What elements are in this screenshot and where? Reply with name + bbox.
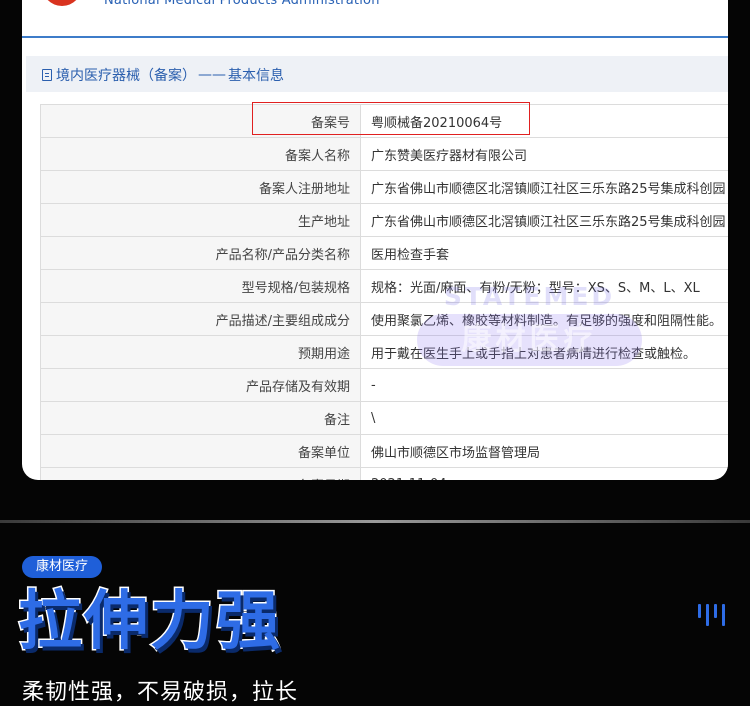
table-row: 备案人名称 广东赞美医疗器材有限公司 [40,137,728,171]
table-row: 生产地址 广东省佛山市顺德区北滘镇顺江社区三乐东路25号集成科创园 [40,203,728,237]
agency-name-en: National Medical Products Administration [104,0,380,8]
field-value: 2021-11-04 [360,467,728,480]
field-value: 医用检查手套 [360,236,728,270]
table-row: 备案号 粤顺械备20210064号 [40,104,728,138]
field-value: - [360,368,728,402]
field-label: 备案人注册地址 [40,170,361,204]
field-value: 使用聚氯乙烯、橡胶等材料制造。有足够的强度和阻隔性能。 [360,302,728,336]
field-value: 佛山市顺德区市场监督管理局 [360,434,728,468]
field-label: 产品名称/产品分类名称 [40,236,361,270]
registration-screenshot-card: National Medical Products Administration… [22,0,728,480]
field-label: 备注 [40,401,361,435]
table-row: 预期用途 用于戴在医生手上或手指上对患者病情进行检查或触检。 [40,335,728,369]
section-title: 境内医疗器械（备案） —— 基本信息 [42,65,284,85]
field-value: 用于戴在医生手上或手指上对患者病情进行检查或触检。 [360,335,728,369]
field-label: 备案人名称 [40,137,361,171]
section-title-dash: —— [198,67,226,83]
table-row: 产品描述/主要组成成分 使用聚氯乙烯、橡胶等材料制造。有足够的强度和阻隔性能。 [40,302,728,336]
section-title-sub: 基本信息 [228,68,284,84]
field-label: 备案日期 [40,467,361,480]
table-row: 备案人注册地址 广东省佛山市顺德区北滘镇顺江社区三乐东路25号集成科创园 [40,170,728,204]
basic-info-table: 备案号 粤顺械备20210064号 备案人名称 广东赞美医疗器材有限公司 备案人注册地址… [40,104,728,480]
decorative-bars-icon [698,604,728,628]
section-title-main: 境内医疗器械（备案） [56,68,196,84]
section-header: 境内医疗器械（备案） —— 基本信息 [26,56,728,92]
table-row: 备注 \ [40,401,728,435]
table-row: 备案日期2021-11-04 [40,467,728,480]
field-label: 生产地址 [40,203,361,237]
document-icon [42,69,52,81]
national-emblem-icon [42,0,82,6]
field-value: 规格：光面/麻面、有粉/无粉；型号：XS、S、M、L、XL [360,269,728,303]
table-row: 型号规格/包装规格 规格：光面/麻面、有粉/无粉；型号：XS、S、M、L、XL [40,269,728,303]
field-label: 产品存储及有效期 [40,368,361,402]
promo-subline: 柔韧性强，不易破损，拉长 [22,680,299,705]
field-label: 备案号 [40,104,361,138]
table-row: 备案单位 佛山市顺德区市场监督管理局 [40,434,728,468]
promo-headline: 拉伸力强 [17,584,282,661]
field-value: \ [360,401,728,435]
field-label: 型号规格/包装规格 [40,269,361,303]
field-value: 广东赞美医疗器材有限公司 [360,137,728,171]
agency-header: National Medical Products Administration [22,0,728,38]
field-value: 广东省佛山市顺德区北滘镇顺江社区三乐东路25号集成科创园 [360,203,728,237]
field-label: 产品描述/主要组成成分 [40,302,361,336]
section-divider [0,520,750,523]
table-row: 产品名称/产品分类名称 医用检查手套 [40,236,728,270]
brand-badge: 康材医疗 [22,556,102,578]
field-label: 预期用途 [40,335,361,369]
field-value: 粤顺械备20210064号 [360,104,728,138]
field-label: 备案单位 [40,434,361,468]
field-value: 广东省佛山市顺德区北滘镇顺江社区三乐东路25号集成科创园 [360,170,728,204]
table-row: 产品存储及有效期 - [40,368,728,402]
